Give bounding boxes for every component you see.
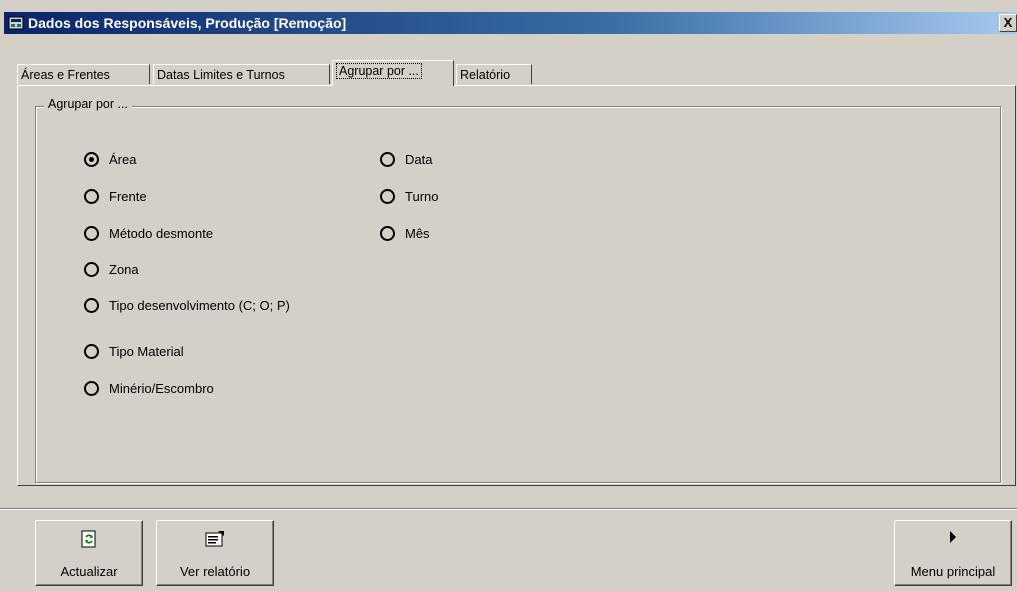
view-report-button[interactable]: Ver relatório <box>156 520 274 586</box>
radio-unchecked-icon <box>84 381 99 396</box>
tab-relatorio[interactable]: Relatório <box>456 64 532 84</box>
radio-tipo-desenvolvimento[interactable]: Tipo desenvolvimento (C; O; P) <box>84 298 290 313</box>
radio-unchecked-icon <box>84 226 99 241</box>
radio-tipo-material[interactable]: Tipo Material <box>84 344 184 359</box>
radio-unchecked-icon <box>84 344 99 359</box>
refresh-icon <box>81 530 96 548</box>
refresh-button-label: Actualizar <box>60 564 118 579</box>
radio-unchecked-icon <box>380 152 395 167</box>
radio-unchecked-icon <box>84 298 99 313</box>
dialog-window: Dados dos Responsáveis, Produção [Remoçã… <box>0 0 1017 591</box>
main-menu-button-label: Menu principal <box>910 564 996 579</box>
radio-metodo-desmonte[interactable]: Método desmonte <box>84 226 213 241</box>
close-button[interactable]: X <box>999 14 1017 32</box>
tab-areas-frentes[interactable]: Áreas e Frentes <box>17 64 150 84</box>
view-report-button-label: Ver relatório <box>179 564 251 579</box>
group-box-label: Agrupar por ... <box>44 97 132 111</box>
radio-frente[interactable]: Frente <box>84 189 147 204</box>
radio-data[interactable]: Data <box>380 152 432 167</box>
radio-unchecked-icon <box>380 226 395 241</box>
refresh-button[interactable]: Actualizar <box>35 520 143 586</box>
tab-agrupar-por[interactable]: Agrupar por ... <box>332 60 454 86</box>
play-arrow-icon <box>950 531 956 543</box>
main-menu-button[interactable]: Menu principal <box>894 520 1012 586</box>
title-bar[interactable]: Dados dos Responsáveis, Produção [Remoçã… <box>4 12 1017 34</box>
radio-mes[interactable]: Mês <box>380 226 430 241</box>
radio-checked-icon <box>84 152 99 167</box>
report-icon <box>205 531 224 547</box>
tab-datas-limites-turnos[interactable]: Datas Limites e Turnos <box>153 64 330 84</box>
radio-unchecked-icon <box>380 189 395 204</box>
window-title: Dados dos Responsáveis, Produção [Remoçã… <box>28 15 347 31</box>
radio-zona[interactable]: Zona <box>84 262 139 277</box>
close-icon: X <box>1003 15 1013 30</box>
radio-unchecked-icon <box>84 189 99 204</box>
radio-minerio-escombro[interactable]: Minério/Escombro <box>84 381 214 396</box>
group-box <box>35 106 1001 483</box>
radio-unchecked-icon <box>84 262 99 277</box>
bottom-separator <box>0 508 1017 510</box>
radio-area[interactable]: Área <box>84 152 136 167</box>
app-icon <box>8 16 24 30</box>
radio-turno[interactable]: Turno <box>380 189 438 204</box>
